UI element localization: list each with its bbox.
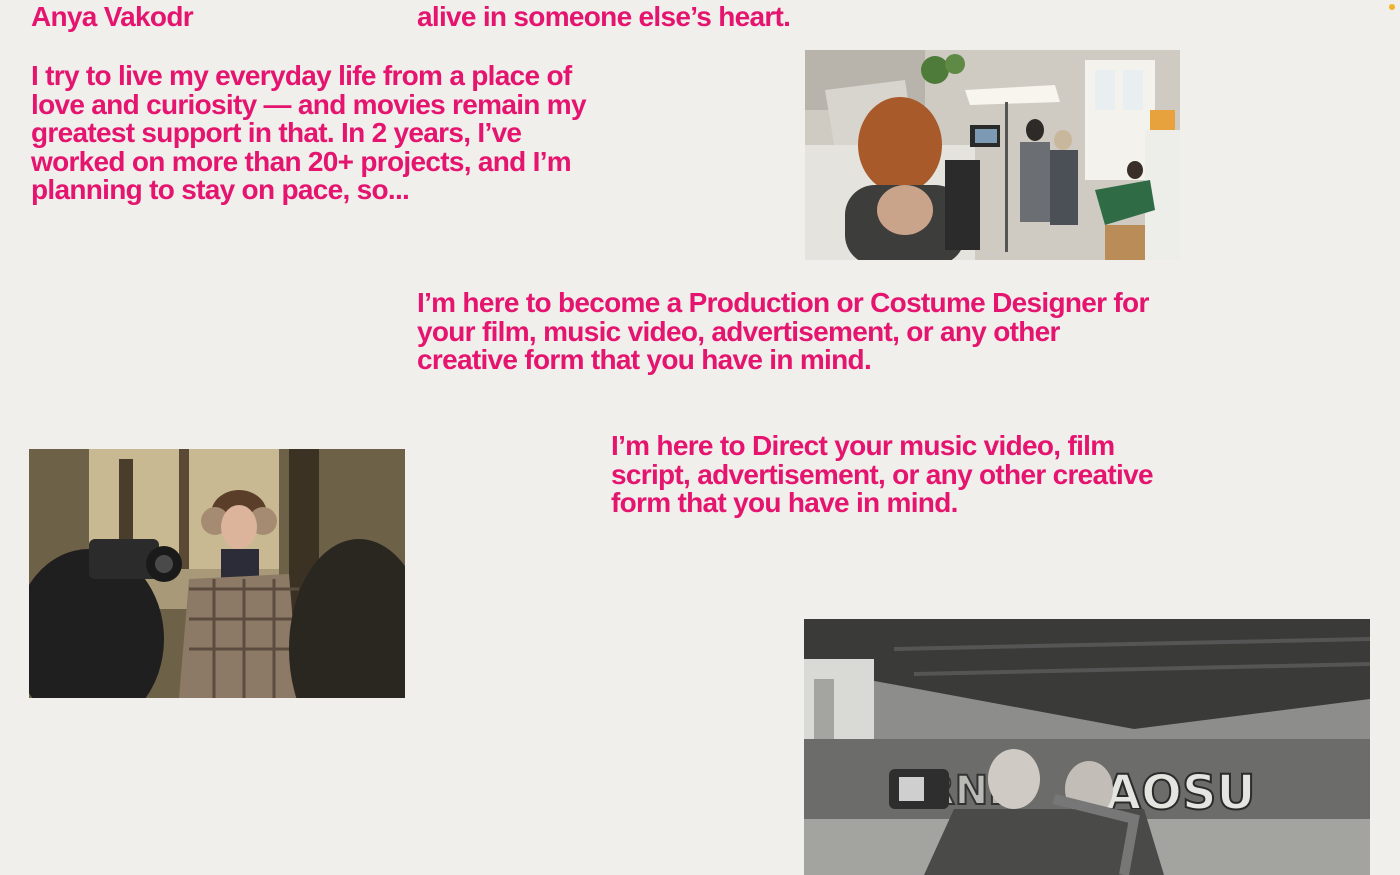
intro-paragraph: I try to live my everyday life from a pl… xyxy=(31,60,587,205)
bridge-graffiti-photo: AOSU RNE xyxy=(804,619,1370,875)
status-dot xyxy=(1389,4,1395,10)
artist-name: Anya Vakodr xyxy=(31,1,194,32)
kitchen-set-photo xyxy=(805,50,1180,260)
quote-tail-text: alive in someone else’s heart. xyxy=(417,1,791,32)
park-shoot-photo xyxy=(29,449,405,698)
production-designer-text: I’m here to become a Production or Costu… xyxy=(417,287,1149,375)
director-text: I’m here to Direct your music video, fil… xyxy=(611,430,1154,518)
